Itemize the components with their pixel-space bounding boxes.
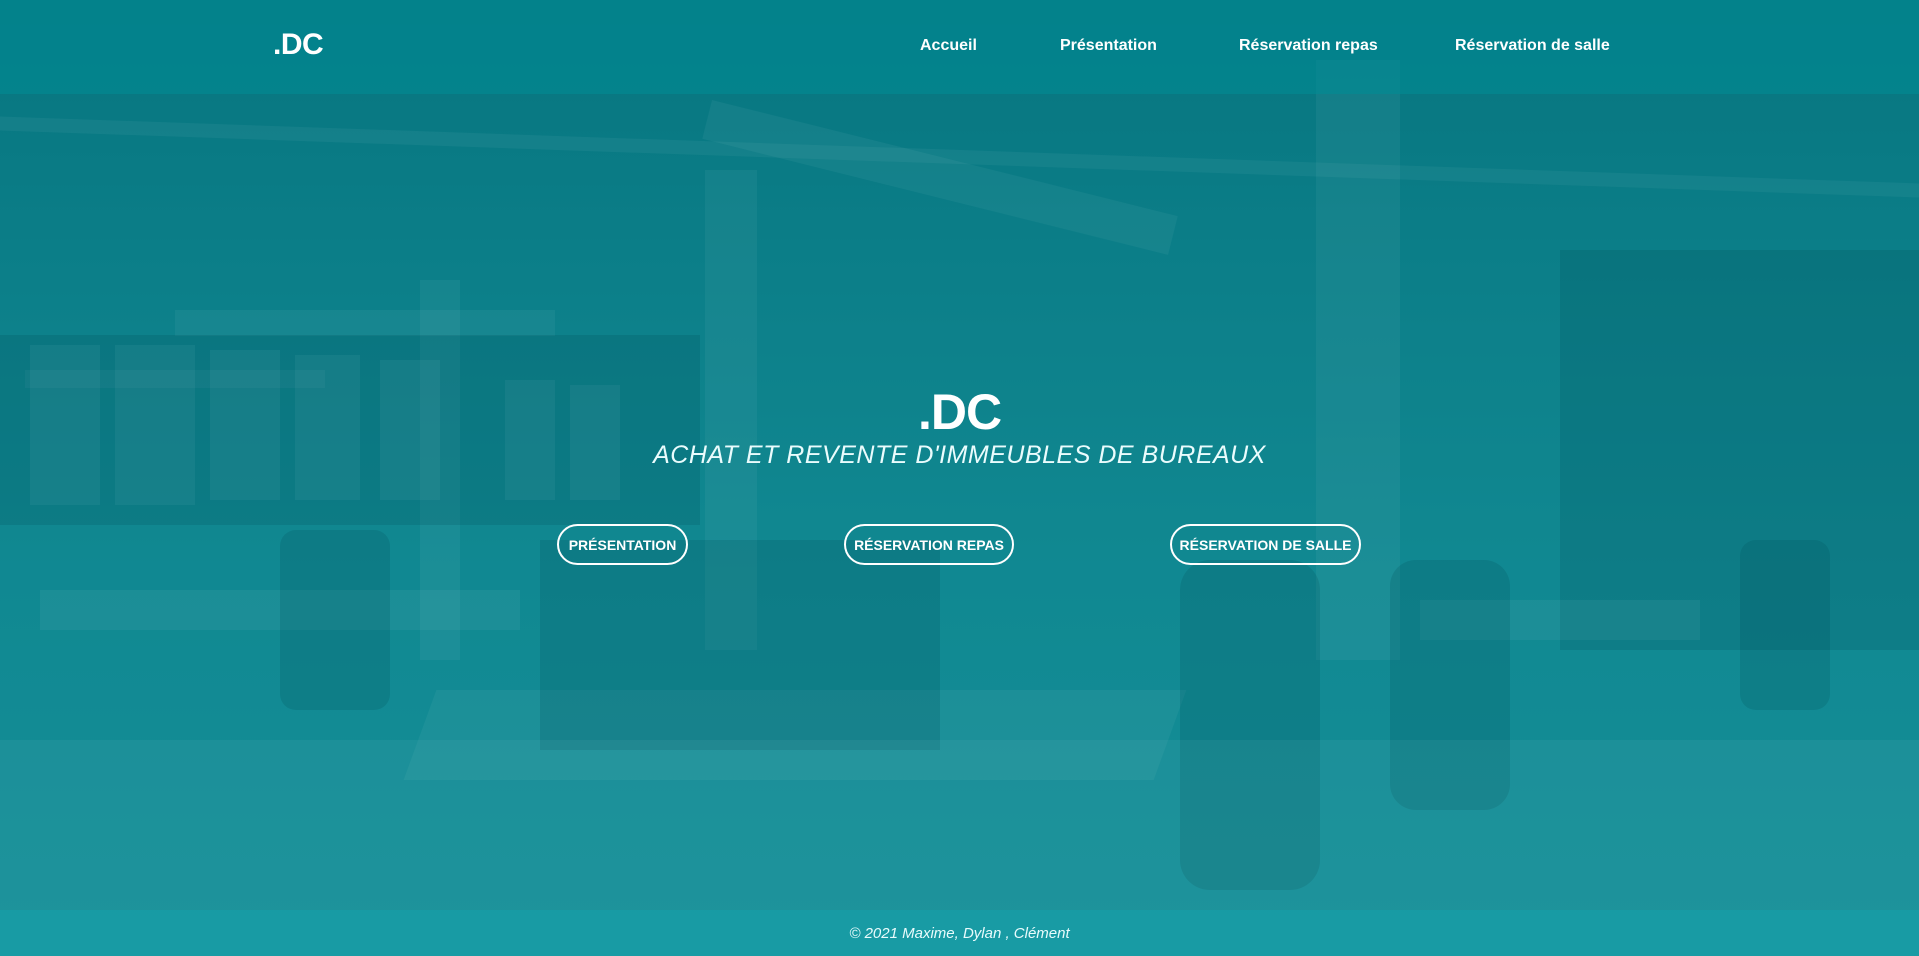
hero-title: .DC bbox=[917, 384, 1002, 440]
copyright-text: © 2021 Maxime, Dylan , Clément bbox=[849, 924, 1070, 942]
nav-link-reservation-repas[interactable]: Réservation repas bbox=[1239, 37, 1378, 55]
hero-subtitle: ACHAT ET REVENTE D'IMMEUBLES DE BUREAUX bbox=[653, 441, 1266, 469]
site-footer: © 2021 Maxime, Dylan , Clément bbox=[0, 910, 1919, 956]
reservation-repas-button[interactable]: RÉSERVATION REPAS bbox=[844, 524, 1014, 565]
site-header: .DC Accueil Présentation Réservation rep… bbox=[0, 0, 1919, 94]
site-logo[interactable]: .DC bbox=[273, 28, 324, 62]
nav-link-reservation-salle[interactable]: Réservation de salle bbox=[1455, 37, 1610, 55]
nav-link-presentation[interactable]: Présentation bbox=[1060, 37, 1157, 55]
reservation-salle-button[interactable]: RÉSERVATION DE SALLE bbox=[1170, 524, 1361, 565]
teal-overlay bbox=[0, 0, 1919, 956]
presentation-button[interactable]: PRÉSENTATION bbox=[557, 524, 688, 565]
nav-link-accueil[interactable]: Accueil bbox=[920, 37, 977, 55]
